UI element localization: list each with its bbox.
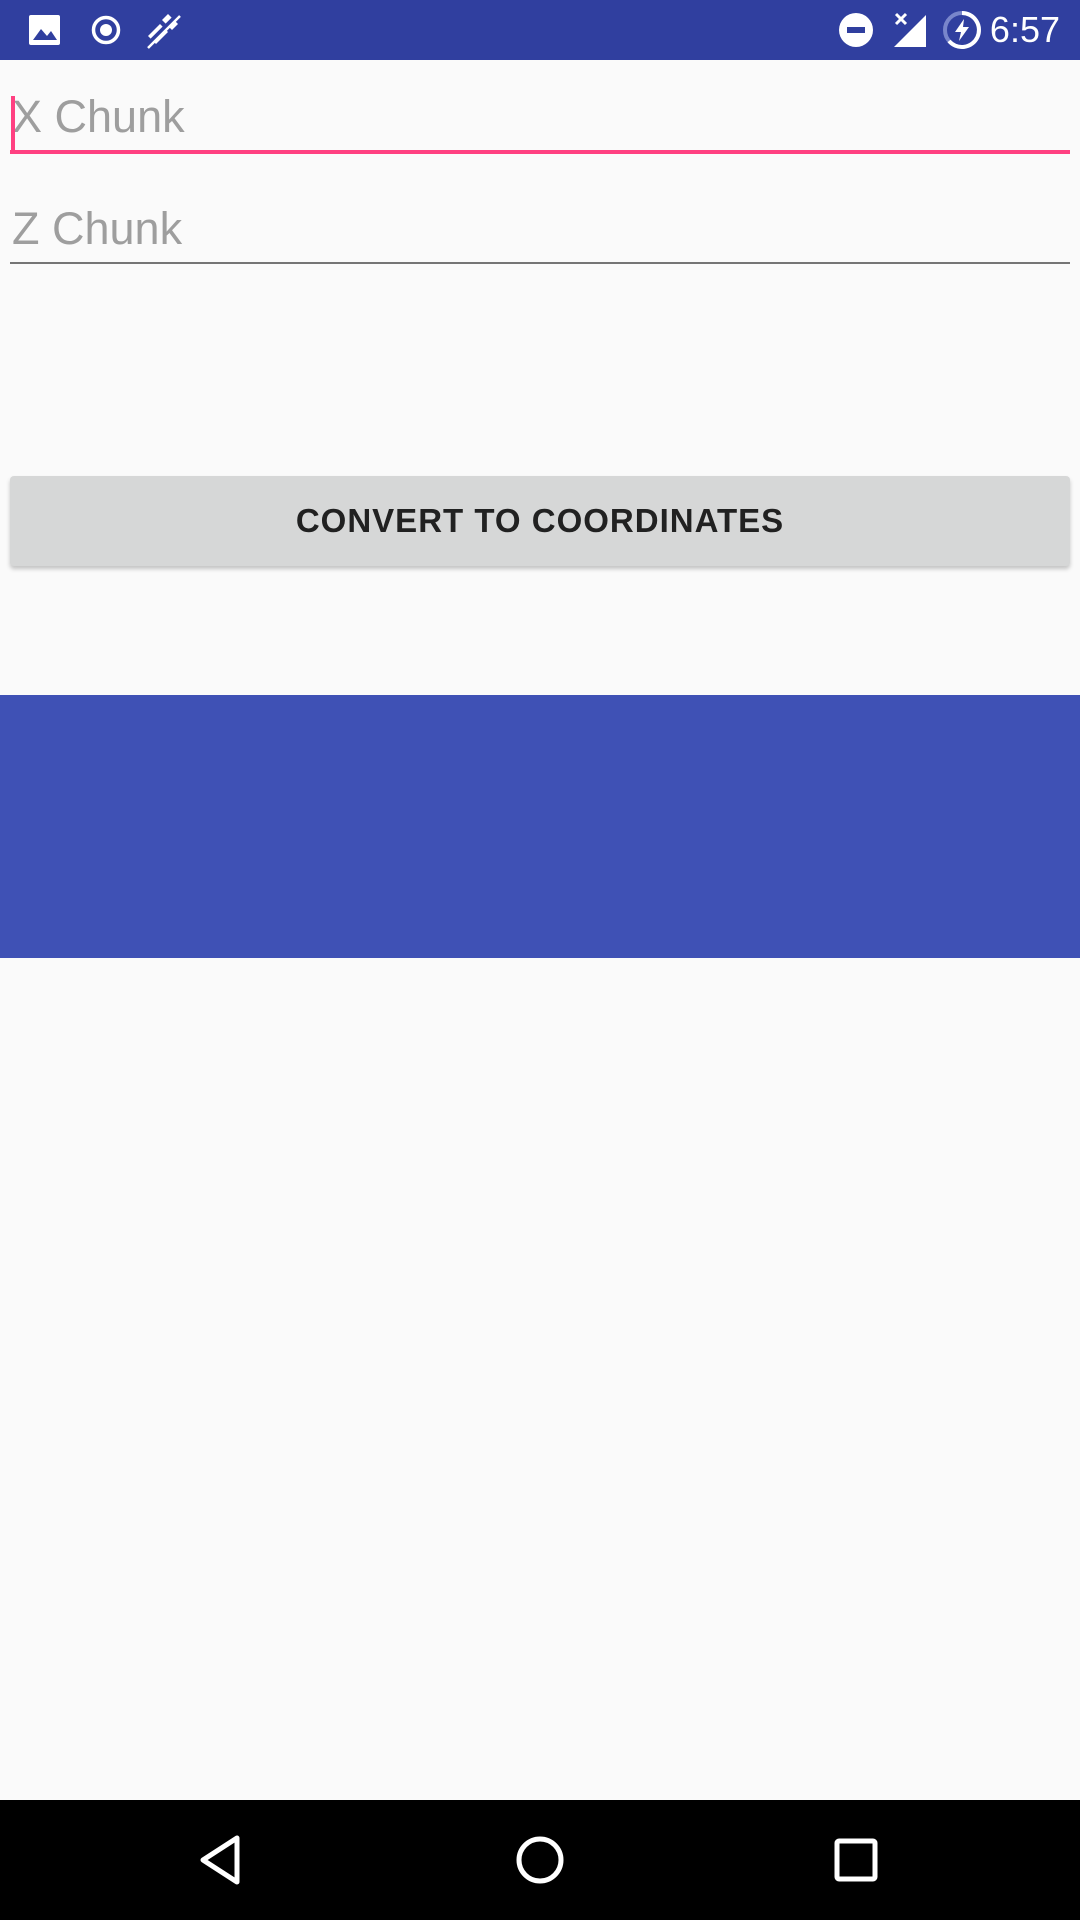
navigation-bar: [0, 1800, 1080, 1920]
z-chunk-input[interactable]: [10, 184, 1072, 274]
text-cursor: [11, 96, 15, 152]
x-chunk-input[interactable]: [10, 72, 1072, 162]
do-not-disturb-icon: [839, 13, 873, 47]
record-icon: [91, 15, 121, 45]
status-time: 6:57: [989, 9, 1060, 50]
convert-to-coordinates-button[interactable]: CONVERT TO COORDINATES: [10, 476, 1070, 566]
no-cell-signal-icon: [894, 12, 926, 47]
battery-charging-icon: [943, 11, 981, 49]
z-chunk-field[interactable]: [10, 184, 1072, 278]
home-icon[interactable]: [510, 1830, 570, 1890]
x-chunk-underline: [10, 150, 1070, 154]
status-bar: 6:57: [0, 0, 1080, 60]
screen: 6:57 CONVERT TO COORDINATES: [0, 0, 1080, 1920]
image-icon: [29, 15, 60, 45]
back-icon[interactable]: [193, 1830, 253, 1890]
z-chunk-underline: [10, 262, 1070, 264]
x-chunk-field[interactable]: [10, 72, 1072, 166]
result-banner: [0, 695, 1080, 958]
no-signal-satellite-icon: [144, 12, 181, 49]
recents-icon[interactable]: [826, 1830, 886, 1890]
